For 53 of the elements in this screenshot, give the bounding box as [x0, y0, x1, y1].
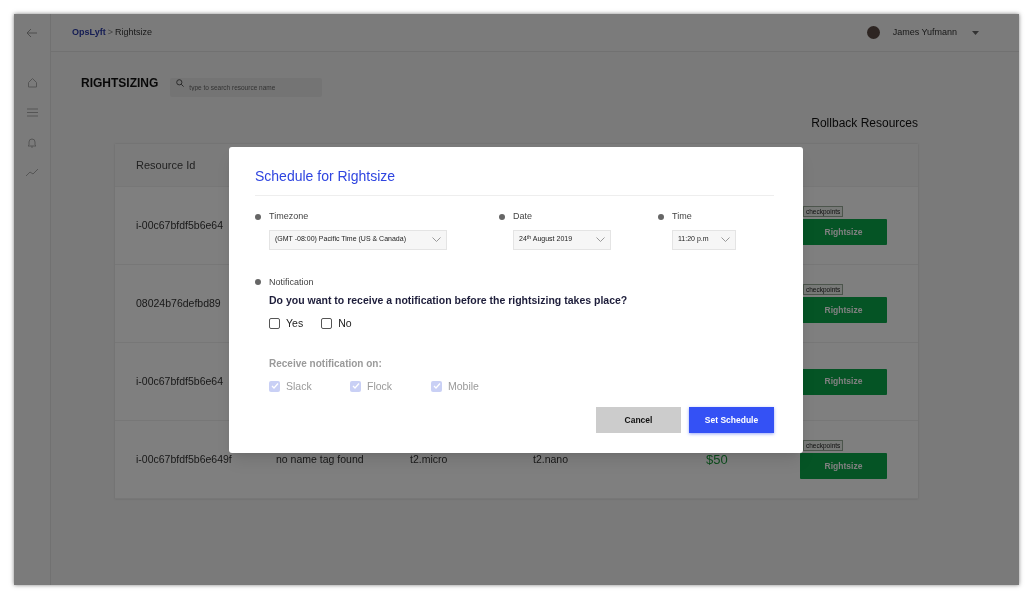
column-header: Resource Id	[136, 157, 196, 173]
rightsize-button[interactable]: Rightsize	[800, 219, 887, 245]
option-label: Yes	[286, 315, 304, 331]
notification-question: Do you want to receive a notification before the rightsizing takes place?	[269, 293, 629, 308]
rightsize-button[interactable]: Rightsize	[800, 368, 887, 395]
checkmark-icon	[270, 382, 279, 391]
table-cell-text: i-00c67bfdf5b6e649f	[136, 451, 233, 467]
table-cell-text: t2.micro	[410, 451, 449, 467]
field-label: Date	[513, 210, 532, 223]
breadcrumb-current: Rightsize	[114, 25, 152, 39]
option-label: Flock	[367, 378, 393, 394]
breadcrumb-separator: >	[107, 25, 113, 39]
table-cell-text: $50	[706, 450, 728, 469]
page-title: RIGHTSIZING	[81, 74, 159, 92]
field-label: Time	[672, 210, 692, 223]
trend-icon[interactable]	[26, 168, 38, 177]
home-icon[interactable]	[26, 77, 38, 88]
caret-icon[interactable]	[972, 30, 979, 35]
checkmark-icon	[432, 382, 441, 391]
bullet-icon	[658, 213, 664, 220]
menu-icon[interactable]	[26, 108, 38, 117]
rightsize-button[interactable]: Rightsize	[800, 453, 887, 479]
option-label: Slack	[286, 378, 312, 394]
rightsize-button[interactable]: Rightsize	[800, 297, 887, 323]
option-label: No	[338, 315, 352, 331]
avatar	[866, 26, 880, 39]
chevron-down-icon	[721, 237, 730, 242]
back-arrow-icon[interactable]	[26, 28, 38, 38]
bullet-icon	[255, 279, 261, 286]
table-cell-text: t2.nano	[533, 451, 570, 467]
bell-icon[interactable]	[27, 137, 37, 148]
chevron-down-icon	[432, 237, 441, 242]
bullet-icon	[255, 213, 261, 220]
dialog-title: Schedule for Rightsize	[255, 166, 774, 196]
checkbox[interactable]	[269, 318, 280, 330]
user-name[interactable]: James Yufmann	[892, 25, 957, 40]
checkbox[interactable]	[321, 318, 333, 330]
table-cell-text: i-00c67bfdf5b6e64	[136, 217, 223, 233]
field-label: Timezone	[269, 210, 309, 223]
table-cell-text: i-00c67bfdf5b6e64	[136, 373, 223, 389]
rollback-link[interactable]: Rollback Resources	[811, 114, 918, 132]
breadcrumb-link[interactable]: OpsLyft	[72, 25, 106, 40]
table-cell-text: no name tag found	[276, 451, 365, 467]
field-label: Notification	[269, 275, 314, 289]
option-label: Mobile	[448, 378, 479, 394]
set-schedule-button[interactable]: Set Schedule	[689, 407, 774, 434]
checkmark-icon	[351, 382, 360, 391]
bullet-icon	[499, 213, 505, 220]
table-cell-text: 08024b76defbd89	[136, 295, 221, 311]
chevron-down-icon	[596, 237, 605, 242]
channels-label: Receive notification on:	[269, 356, 383, 371]
search-icon	[176, 78, 185, 87]
cancel-button[interactable]: Cancel	[596, 407, 681, 434]
